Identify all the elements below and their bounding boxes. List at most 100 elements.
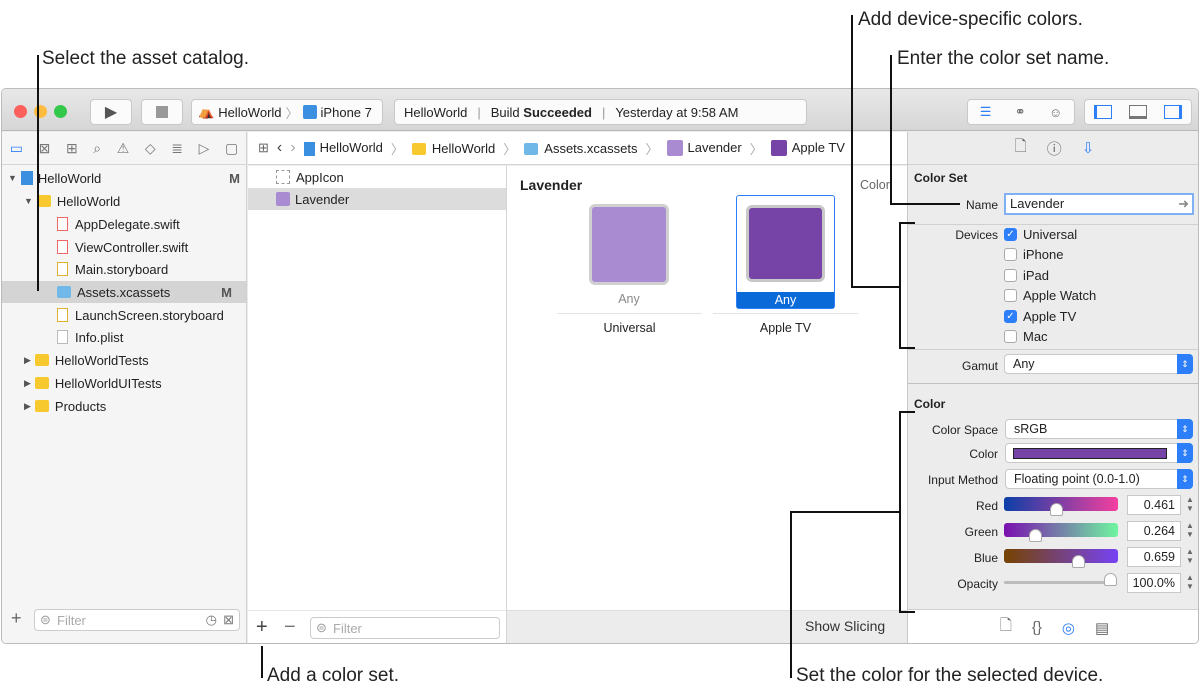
input-method-popup[interactable]: Floating point (0.0-1.0) ⇕	[1005, 469, 1193, 489]
device-label: iPad	[1023, 267, 1050, 283]
breadcrumb-lavender[interactable]: Lavender	[666, 140, 742, 157]
asset-list-footer: + − ⊜ Filter	[248, 610, 506, 643]
nav-item-group[interactable]: ▶ HelloWorldTests	[24, 349, 149, 371]
asset-filter-input[interactable]: ⊜ Filter	[310, 617, 500, 639]
remove-asset-button[interactable]: −	[284, 616, 296, 639]
standard-editor-icon[interactable]: ☰	[980, 104, 992, 120]
navigator-toggle-icon[interactable]	[1093, 105, 1112, 119]
hierarchy-icon[interactable]: ⊞	[66, 140, 78, 157]
red-slider[interactable]	[1004, 497, 1118, 516]
device-name: iPhone 7	[320, 104, 372, 120]
device-label: Apple TV	[1023, 308, 1077, 324]
asset-item-lavender-selected[interactable]: Lavender	[248, 188, 506, 210]
asset-item-appicon[interactable]: AppIcon	[248, 166, 506, 188]
debug-icon[interactable]: ≣	[171, 140, 183, 157]
green-stepper[interactable]: ▲ ▼	[1185, 521, 1195, 541]
version-editor-icon[interactable]: ☺	[1049, 105, 1062, 120]
help-icon[interactable]: ⓘ	[1047, 138, 1062, 159]
media-library-icon[interactable]: ▤	[1095, 619, 1109, 637]
report-icon[interactable]: ▢	[225, 140, 238, 157]
device-checkbox-iphone[interactable]: iPhone	[1004, 247, 1063, 262]
color-popup[interactable]: ⇕	[1005, 443, 1193, 463]
run-button[interactable]: ▶	[90, 99, 132, 125]
file-template-icon[interactable]: 🗋	[1000, 615, 1012, 640]
nav-item-project[interactable]: ▼ HelloWorld M	[8, 167, 240, 189]
red-stepper[interactable]: ▲ ▼	[1185, 495, 1195, 515]
device-checkbox-ipad[interactable]: iPad	[1004, 268, 1049, 283]
color-well-appletv-selected[interactable]: Any	[736, 195, 835, 309]
breadcrumb-assets[interactable]: Assets.xcassets	[524, 141, 637, 156]
folder-icon[interactable]: ▭	[10, 140, 23, 157]
breadcrumb-appletv[interactable]: Apple TV	[770, 140, 845, 157]
device-label: Apple Watch	[1023, 288, 1097, 304]
file-inspector-icon[interactable]: 🗋	[1015, 136, 1027, 161]
device-checkbox-universal[interactable]: ✓ Universal	[1004, 227, 1077, 242]
device-checkbox-apple-watch[interactable]: Apple Watch	[1004, 288, 1096, 303]
project-icon	[20, 171, 33, 185]
annotation-device-colors: Add device-specific colors.	[858, 9, 1083, 30]
assistant-editor-icon[interactable]: ⚭	[1015, 104, 1026, 120]
inspector-toggle-icon[interactable]	[1164, 105, 1183, 119]
recent-icon[interactable]: ◷	[206, 612, 217, 628]
back-icon[interactable]: ‹	[277, 139, 282, 157]
color-space-popup[interactable]: sRGB ⇕	[1005, 419, 1193, 439]
navigator-filter-input[interactable]: ⊜ Filter ◷ ⊠	[34, 609, 240, 631]
add-icon[interactable]: +	[11, 608, 22, 629]
device-checkbox-mac[interactable]: Mac	[1004, 329, 1048, 344]
nav-item-file[interactable]: LaunchScreen.storyboard	[57, 304, 224, 326]
opacity-slider[interactable]	[1004, 573, 1117, 586]
play-icon: ▶	[104, 104, 118, 121]
test-icon[interactable]: ◇	[145, 140, 156, 157]
scheme-selector[interactable]: ⛺ HelloWorld 〉 iPhone 7	[191, 99, 383, 125]
folder-icon	[36, 195, 51, 207]
search-icon[interactable]: ⌕	[93, 140, 101, 157]
modified-badge: M	[221, 284, 232, 300]
blue-stepper[interactable]: ▲ ▼	[1185, 547, 1195, 567]
forward-icon[interactable]: ›	[290, 139, 295, 157]
breadcrumb-group[interactable]: HelloWorld	[411, 141, 495, 156]
stop-icon	[156, 106, 168, 118]
nav-item-file[interactable]: Info.plist	[57, 326, 123, 348]
source-control-icon[interactable]: ⊠	[39, 140, 51, 157]
scm-filter-icon[interactable]: ⊠	[223, 612, 234, 628]
app-icon: ⛺	[198, 104, 215, 119]
nav-item-file[interactable]: ViewController.swift	[57, 236, 188, 258]
nav-item-file[interactable]: Main.storyboard	[57, 258, 168, 280]
zoom-button[interactable]	[54, 105, 67, 118]
nav-item-group[interactable]: ▶ Products	[24, 395, 106, 417]
folder-icon	[34, 400, 49, 412]
add-color-set-button[interactable]: +	[256, 616, 268, 639]
green-field[interactable]: 0.264	[1127, 521, 1181, 541]
gamut-popup[interactable]: Any ⇕	[1004, 354, 1193, 374]
swatch-appletv	[746, 205, 825, 282]
close-button[interactable]	[14, 105, 27, 118]
minimize-button[interactable]	[34, 105, 47, 118]
group-label-appletv: Apple TV	[759, 321, 812, 335]
device-checkbox-apple-tv[interactable]: ✓ Apple TV	[1004, 309, 1076, 324]
object-library-icon[interactable]: ◎	[1062, 619, 1075, 637]
checkbox-icon	[1004, 289, 1017, 303]
opacity-field[interactable]: 100.0%	[1127, 573, 1181, 593]
warning-icon[interactable]: ⚠	[117, 140, 130, 157]
stop-button[interactable]	[141, 99, 183, 125]
attributes-inspector-icon[interactable]: ⇩	[1082, 139, 1095, 157]
color-well-universal[interactable]	[589, 204, 669, 285]
green-slider[interactable]	[1004, 523, 1118, 542]
breadcrumb-project[interactable]: HelloWorld	[303, 140, 383, 156]
nav-item-file[interactable]: AppDelegate.swift	[57, 213, 180, 235]
attributes-inspector: 🗋 ⓘ ⇩ Color Set Name Lavender ➜ Devices ✓ Un…	[907, 132, 1198, 643]
opacity-stepper[interactable]: ▲ ▼	[1185, 573, 1195, 593]
red-field[interactable]: 0.461	[1127, 495, 1181, 515]
show-slicing-button[interactable]: Show Slicing	[805, 618, 885, 634]
debug-toggle-icon[interactable]	[1128, 105, 1147, 119]
nav-item-group[interactable]: ▶ HelloWorldUITests	[24, 372, 162, 394]
xcode-window: ▶ ⛺ HelloWorld 〉 iPhone 7 HelloWorld | Build …	[1, 88, 1199, 644]
activity-status: HelloWorld | Build Succeeded | Yesterday at …	[394, 99, 807, 125]
blue-slider[interactable]	[1004, 549, 1118, 568]
breakpoint-icon[interactable]: ▷	[199, 140, 210, 157]
code-snippet-icon[interactable]: {}	[1032, 619, 1042, 636]
annotation-add-color-set: Add a color set.	[267, 665, 400, 686]
related-items-icon[interactable]: ⊞	[258, 140, 269, 156]
name-field[interactable]: Lavender ➜	[1004, 193, 1194, 215]
blue-field[interactable]: 0.659	[1127, 547, 1181, 567]
